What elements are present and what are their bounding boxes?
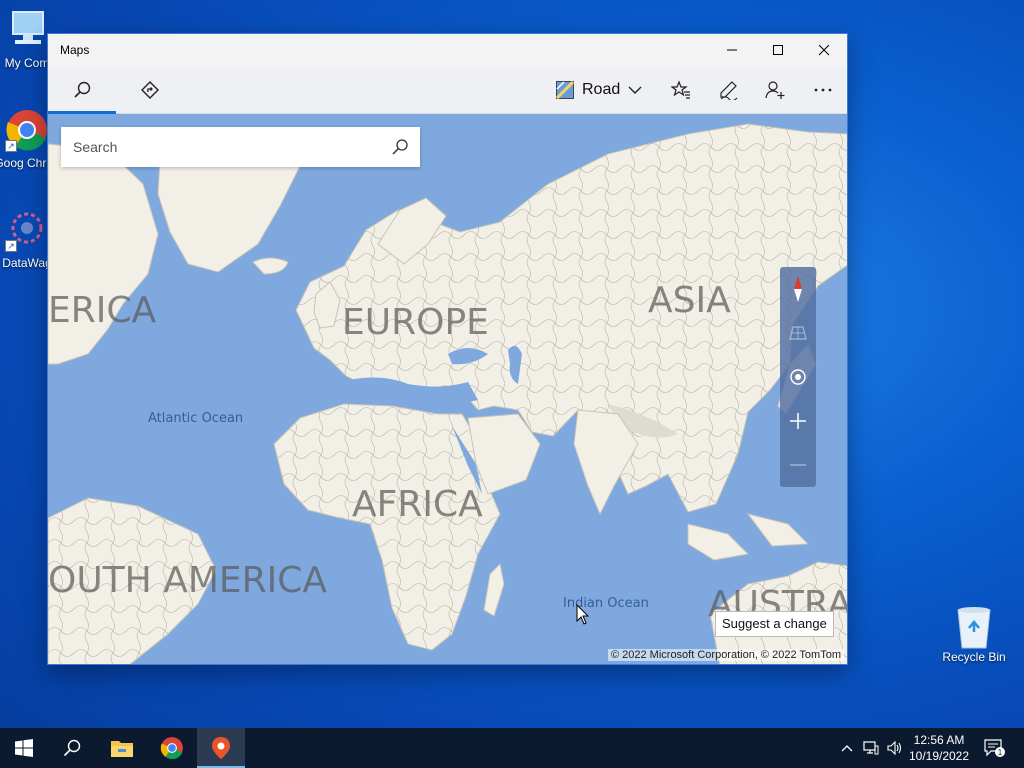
tilt-icon [789, 326, 807, 340]
suggest-change-button[interactable]: Suggest a change [715, 611, 834, 637]
chevron-up-icon [841, 745, 853, 752]
search-box [61, 127, 420, 167]
maximize-icon [773, 45, 783, 55]
map-label-atlantic-ocean: Atlantic Ocean [148, 411, 244, 426]
account-button[interactable] [752, 66, 798, 114]
directions-icon [141, 81, 159, 99]
notifications-icon: 1 [984, 739, 1005, 757]
map-copyright: © 2022 Microsoft Corporation, © 2022 Tom… [607, 649, 844, 661]
plus-icon [790, 413, 806, 429]
window-title: Maps [60, 43, 90, 57]
compass-button[interactable] [780, 267, 816, 311]
close-icon [818, 44, 830, 56]
start-button[interactable] [0, 728, 48, 768]
maps-window: Maps Road ERICA EUROPE ASIA AFRICA OUTH … [47, 33, 848, 665]
app-bar: Road [48, 66, 847, 114]
mouse-cursor-icon [576, 604, 590, 625]
minimize-icon [727, 49, 737, 51]
map-label-africa: AFRICA [352, 484, 483, 525]
search-input[interactable] [73, 127, 373, 167]
zoom-in-button[interactable] [780, 399, 816, 443]
taskbar-search-button[interactable] [48, 728, 96, 768]
map-label-asia: ASIA [648, 280, 731, 321]
map-style-label: Road [582, 81, 621, 98]
map-label-south-america: OUTH AMERICA [48, 560, 328, 601]
compass-icon [794, 276, 802, 302]
computer-icon [5, 8, 49, 52]
map-canvas[interactable]: ERICA EUROPE ASIA AFRICA OUTH AMERICA AU… [48, 114, 847, 664]
minimize-button[interactable] [709, 34, 755, 66]
maximize-button[interactable] [755, 34, 801, 66]
more-options-button[interactable] [800, 66, 846, 114]
chevron-down-icon [628, 86, 642, 94]
windows-logo-icon [15, 739, 33, 757]
show-hidden-icons-button[interactable] [836, 728, 858, 768]
tab-directions[interactable] [116, 66, 184, 114]
clock-date: 10/19/2022 [908, 749, 970, 763]
search-icon [63, 739, 81, 757]
map-style-dropdown[interactable]: Road [556, 76, 642, 104]
taskbar-clock[interactable]: 12:56 AM 10/19/2022 [908, 732, 970, 764]
minus-icon [790, 464, 806, 466]
location-icon [790, 369, 806, 385]
volume-button[interactable] [884, 728, 906, 768]
maps-pin-icon [212, 737, 230, 759]
map-label-europe: EUROPE [342, 302, 489, 343]
action-center-button[interactable]: 1 [978, 728, 1010, 768]
desktop-icon-recycle-bin[interactable]: Recycle Bin [937, 602, 1011, 664]
tab-search[interactable] [48, 66, 116, 114]
map-controls [780, 267, 816, 487]
search-icon [74, 81, 91, 98]
desktop-icon-label: Recycle Bin [942, 650, 1006, 664]
title-bar[interactable]: Maps [48, 34, 847, 66]
show-my-location-button[interactable] [780, 355, 816, 399]
taskbar-chrome[interactable] [148, 728, 196, 768]
favorites-button[interactable] [658, 66, 704, 114]
shortcut-arrow-icon: ↗ [5, 140, 17, 152]
windows-ink-button[interactable] [705, 66, 751, 114]
folder-icon [111, 741, 133, 757]
chrome-icon [160, 737, 183, 760]
tilt-button[interactable] [780, 311, 816, 355]
zoom-out-button[interactable] [780, 443, 816, 487]
map-label-north-america: ERICA [48, 290, 157, 331]
search-submit-button[interactable] [386, 133, 414, 161]
taskbar: 12:56 AM 10/19/2022 1 [0, 728, 1024, 768]
add-person-icon [765, 81, 785, 99]
chrome-icon: ↗ [5, 108, 49, 152]
close-button[interactable] [801, 34, 847, 66]
datawag-icon: ↗ [5, 208, 49, 252]
notification-count: 1 [998, 748, 1003, 757]
network-button[interactable] [860, 728, 882, 768]
road-map-icon [556, 81, 574, 99]
more-icon [814, 88, 832, 92]
volume-icon [887, 741, 902, 755]
recycle-bin-icon [952, 602, 996, 649]
taskbar-maps[interactable] [197, 728, 245, 768]
pen-icon [720, 81, 738, 100]
clock-time: 12:56 AM [913, 733, 965, 747]
favorites-icon [671, 80, 690, 99]
shortcut-arrow-icon: ↗ [5, 240, 17, 252]
taskbar-file-explorer[interactable] [98, 728, 146, 768]
network-icon [863, 741, 879, 755]
search-icon [392, 139, 408, 155]
